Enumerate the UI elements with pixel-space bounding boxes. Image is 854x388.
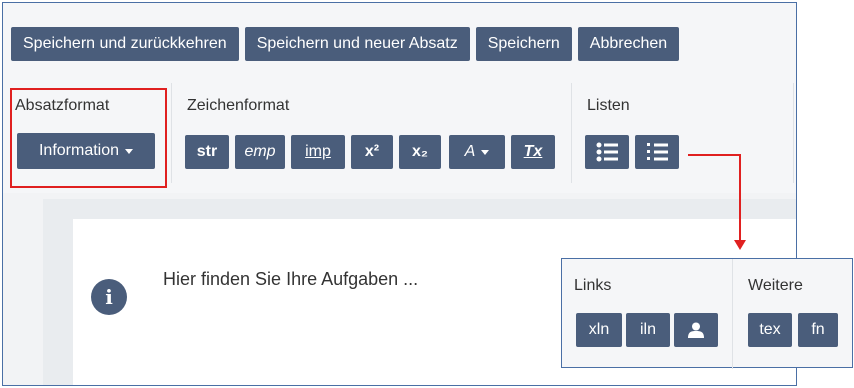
save-button[interactable]: Speichern bbox=[475, 27, 572, 61]
section-divider bbox=[171, 83, 172, 183]
zeichenformat-label: Zeichenformat bbox=[187, 97, 290, 114]
subscript-button[interactable]: x₂ bbox=[399, 135, 441, 169]
more-formats-popup: Links xln iln Weitere tex fn bbox=[561, 258, 853, 369]
text-style-icon: A bbox=[464, 143, 476, 160]
arrow-down-icon bbox=[734, 240, 746, 250]
numbered-list-button[interactable] bbox=[635, 135, 679, 169]
section-divider bbox=[793, 83, 794, 183]
superscript-button[interactable]: x² bbox=[351, 135, 393, 169]
user-icon bbox=[688, 322, 704, 338]
clear-format-button[interactable]: Tx bbox=[511, 135, 555, 169]
section-divider bbox=[732, 259, 733, 369]
text-style-dropdown[interactable]: A bbox=[449, 135, 505, 169]
numbered-list-icon bbox=[647, 143, 668, 161]
important-button[interactable]: imp bbox=[291, 135, 345, 169]
save-and-new-paragraph-button[interactable]: Speichern und neuer Absatz bbox=[244, 27, 470, 61]
connector-line bbox=[688, 154, 740, 156]
weitere-label: Weitere bbox=[748, 277, 803, 294]
bullet-list-button[interactable] bbox=[585, 135, 629, 169]
xln-button[interactable]: xln bbox=[576, 313, 622, 347]
highlight-box bbox=[10, 88, 167, 188]
tex-button[interactable]: tex bbox=[748, 313, 792, 347]
footnote-button[interactable]: fn bbox=[798, 313, 838, 347]
action-bar: Speichern und zurückkehren Speichern und… bbox=[11, 27, 680, 61]
save-and-return-button[interactable]: Speichern und zurückkehren bbox=[11, 27, 239, 61]
info-icon: i bbox=[91, 279, 127, 315]
emphasis-button[interactable]: emp bbox=[235, 135, 285, 169]
iln-button[interactable]: iln bbox=[626, 313, 670, 347]
strong-button[interactable]: str bbox=[185, 135, 229, 169]
user-link-button[interactable] bbox=[674, 313, 718, 347]
paragraph-text: Hier finden Sie Ihre Aufgaben ... bbox=[163, 269, 419, 289]
bullet-list-icon bbox=[596, 142, 618, 162]
links-label: Links bbox=[574, 277, 612, 294]
section-divider bbox=[571, 83, 572, 183]
connector-line bbox=[739, 154, 741, 242]
caret-down-icon bbox=[481, 149, 490, 155]
listen-label: Listen bbox=[587, 97, 630, 114]
cancel-button[interactable]: Abbrechen bbox=[577, 27, 680, 61]
